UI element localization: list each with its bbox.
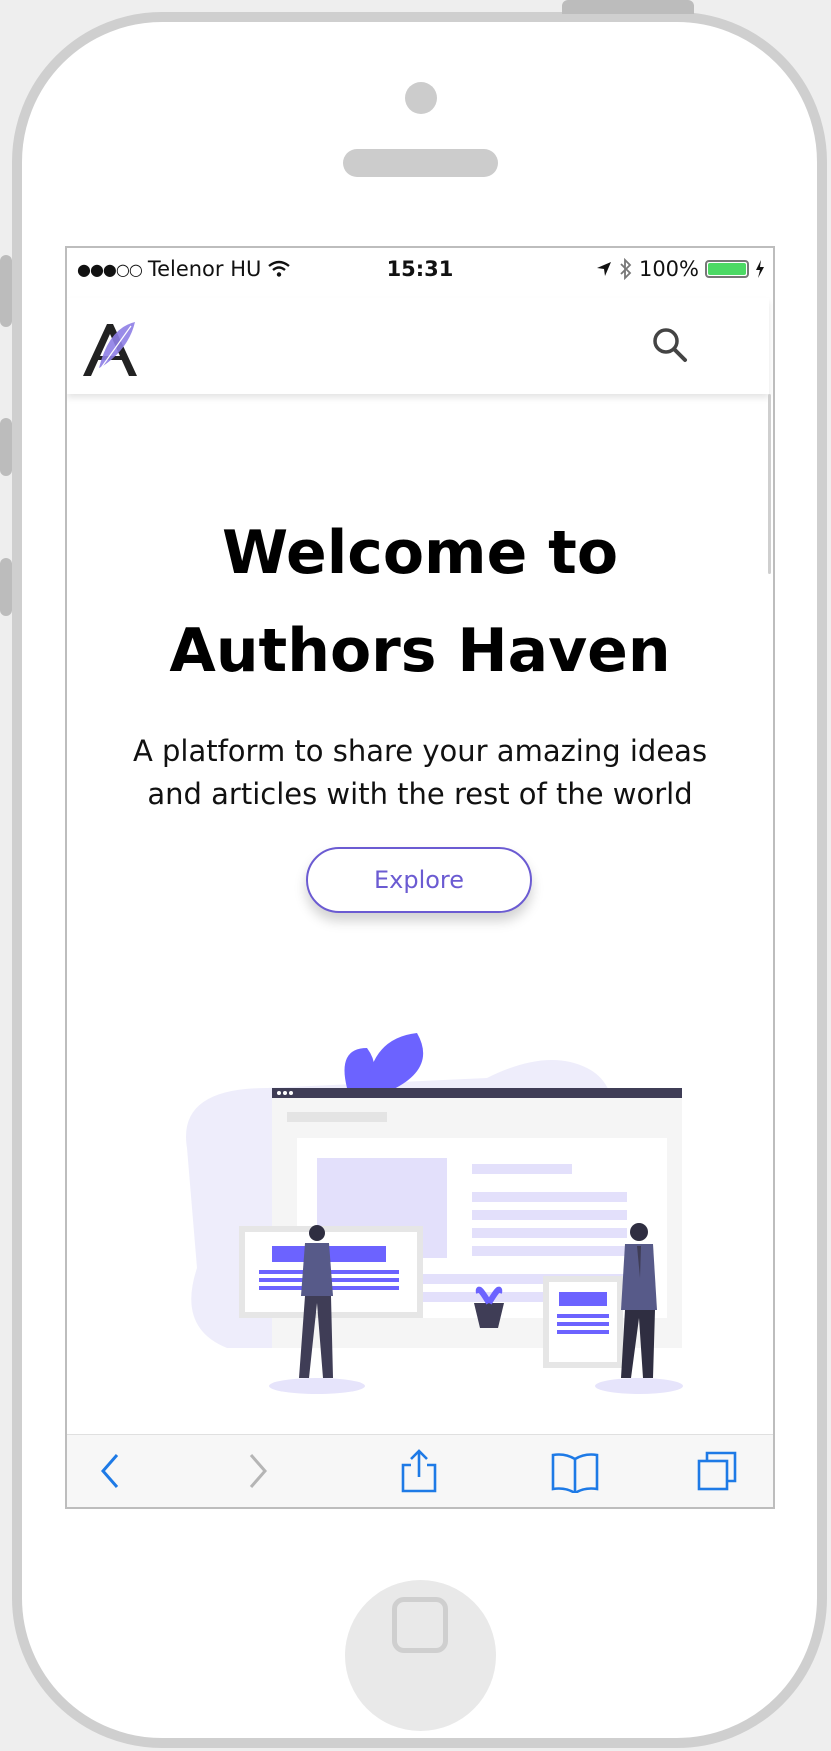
battery-percent: 100% bbox=[638, 257, 699, 281]
book-icon[interactable] bbox=[549, 1449, 601, 1493]
hero-title-line1: Welcome to bbox=[221, 518, 619, 588]
power-button bbox=[562, 0, 694, 14]
status-right-group: 100% bbox=[595, 257, 765, 281]
tabs-icon[interactable] bbox=[695, 1449, 739, 1493]
volume-up-button bbox=[0, 418, 12, 476]
hero-illustration bbox=[186, 1033, 683, 1394]
bluetooth-icon bbox=[620, 258, 632, 280]
chevron-right-icon[interactable] bbox=[235, 1449, 279, 1493]
hero-subtitle: A platform to share your amazing ideas a… bbox=[107, 730, 733, 816]
volume-down-button bbox=[0, 558, 12, 616]
search-icon[interactable] bbox=[649, 324, 691, 366]
safari-toolbar bbox=[67, 1434, 773, 1507]
feather-a-logo-icon[interactable] bbox=[79, 318, 141, 378]
explore-button[interactable]: Explore bbox=[306, 847, 532, 913]
mute-switch bbox=[0, 255, 12, 327]
location-arrow-icon bbox=[596, 262, 611, 276]
hero-subtitle-line2: and articles with the rest of the world bbox=[147, 777, 693, 811]
charging-bolt-icon bbox=[756, 260, 764, 278]
device-screen: ●●●○○ Telenor HU 15:31 100% Welcome to A… bbox=[65, 246, 775, 1509]
front-camera bbox=[405, 82, 437, 114]
status-bar: ●●●○○ Telenor HU 15:31 100% bbox=[67, 248, 773, 298]
home-button-square-icon bbox=[392, 1597, 448, 1653]
hero-title: Welcome to Authors Haven bbox=[67, 504, 773, 700]
hero-subtitle-line1: A platform to share your amazing ideas bbox=[132, 734, 708, 768]
hero-title-line2: Authors Haven bbox=[169, 616, 671, 686]
top-navbar bbox=[67, 298, 769, 394]
battery-icon bbox=[705, 260, 749, 278]
chevron-left-icon[interactable] bbox=[89, 1449, 133, 1493]
share-icon[interactable] bbox=[397, 1449, 441, 1493]
earpiece-speaker bbox=[343, 149, 498, 177]
